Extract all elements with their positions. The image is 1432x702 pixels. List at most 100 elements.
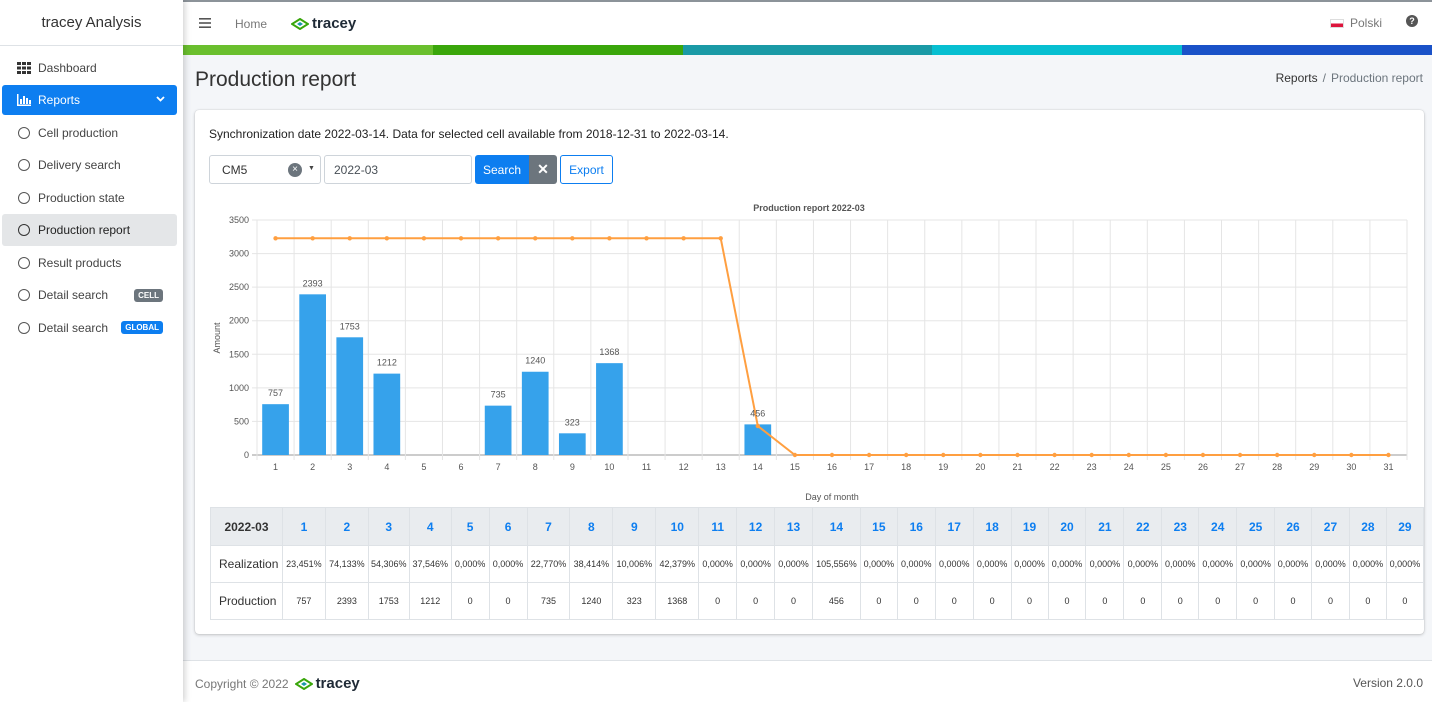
sidebar-item-label: Result products: [38, 255, 122, 270]
line-point: [866, 452, 872, 458]
table-day-header[interactable]: 10: [655, 507, 700, 546]
table-day-header[interactable]: 6: [488, 507, 528, 546]
chart-x-axis-label: Day of month: [805, 492, 859, 502]
table-day-header[interactable]: 1: [281, 507, 326, 546]
help-icon[interactable]: ?: [1406, 15, 1418, 27]
line-point: [755, 423, 761, 429]
copyright-text: Copyright © 2022: [195, 676, 289, 691]
cell-select[interactable]: CM5 × ▼: [209, 155, 321, 184]
table-day-header[interactable]: 26: [1274, 507, 1313, 546]
sidebar-item-dashboard[interactable]: Dashboard: [2, 52, 177, 84]
breadcrumb-reports-link[interactable]: Reports: [1276, 71, 1318, 85]
table-cell: 0,000%: [1010, 545, 1049, 583]
table-day-header[interactable]: 21: [1085, 507, 1125, 546]
table-day-header[interactable]: 16: [896, 507, 936, 546]
hamburger-menu-icon[interactable]: [199, 15, 215, 32]
bar-data-label: 735: [491, 390, 506, 400]
sidebar-item-cell-production[interactable]: Cell production: [2, 117, 177, 149]
table-cell: 0: [1123, 582, 1163, 620]
table-day-header[interactable]: 24: [1198, 507, 1238, 546]
sidebar-item-production-report[interactable]: Production report: [2, 214, 177, 246]
bar-data-label: 456: [750, 408, 765, 418]
search-button[interactable]: Search: [475, 155, 529, 184]
table-cell: 0: [1348, 582, 1387, 620]
table-day-header[interactable]: 8: [569, 507, 614, 546]
filter-bar: CM5 × ▼ 2022-03 Search ✕ Export: [209, 155, 613, 184]
stripe-segment-2: [432, 45, 683, 55]
sidebar-item-production-state[interactable]: Production state: [2, 182, 177, 214]
chart-bar: [558, 433, 586, 455]
line-point: [1312, 452, 1317, 458]
line-point: [384, 236, 390, 241]
month-input[interactable]: 2022-03: [324, 155, 472, 184]
tracey-logo[interactable]: tracey: [291, 15, 356, 32]
table-day-header[interactable]: 22: [1123, 507, 1163, 546]
table-day-header[interactable]: 11: [698, 507, 738, 546]
x-tick-label: 29: [1309, 462, 1319, 472]
home-link[interactable]: Home: [235, 17, 267, 31]
app-title[interactable]: tracey Analysis: [0, 0, 183, 46]
clear-button[interactable]: ✕: [529, 155, 557, 184]
sidebar-item-label: Production state: [38, 190, 125, 205]
table-cell: 0: [1010, 582, 1049, 620]
clear-selection-icon[interactable]: ×: [288, 163, 302, 177]
sidebar-item-detail-search-global[interactable]: Detail search GLOBAL: [2, 312, 177, 344]
table-cell: 0,000%: [934, 545, 974, 583]
table-cell: 0,000%: [1198, 545, 1238, 583]
x-tick-label: 21: [1012, 462, 1022, 472]
caret-down-icon[interactable]: ▼: [308, 165, 315, 172]
language-selector[interactable]: Polski: [1329, 16, 1382, 30]
table-cell: 0,000%: [896, 545, 936, 583]
chart-bar: [373, 373, 401, 455]
table-cell: 0,000%: [1348, 545, 1387, 583]
table-cell: 0,000%: [1311, 545, 1350, 583]
table-day-header[interactable]: 18: [972, 507, 1012, 546]
x-tick-label: 12: [679, 462, 689, 472]
table-day-header[interactable]: 25: [1236, 507, 1276, 546]
chart-title: Production report 2022-03: [753, 203, 865, 213]
chevron-down-icon: [156, 94, 165, 105]
x-tick-label: 2: [310, 462, 315, 472]
table-day-header[interactable]: 2: [324, 507, 369, 546]
circle-icon: [18, 289, 30, 301]
x-tick-label: 15: [790, 462, 800, 472]
x-tick-label: 18: [901, 462, 911, 472]
table-day-header[interactable]: 27: [1311, 507, 1350, 546]
table-day-header[interactable]: 13: [774, 507, 813, 546]
y-tick-label: 1500: [229, 349, 249, 359]
table-day-header[interactable]: 5: [450, 507, 490, 546]
circle-icon: [18, 256, 30, 269]
table-day-header[interactable]: 14: [811, 507, 861, 546]
sidebar-item-detail-search-cell[interactable]: Detail search CELL: [2, 279, 177, 311]
table-day-header[interactable]: 15: [859, 507, 898, 546]
table-day-header[interactable]: 20: [1047, 507, 1087, 546]
x-tick-label: 4: [384, 462, 389, 472]
table-cell: 456: [811, 582, 861, 620]
table-day-header[interactable]: 3: [367, 507, 410, 546]
line-point: [792, 452, 798, 458]
line-point: [1126, 452, 1131, 458]
table-cell: 1212: [408, 582, 452, 620]
table-day-header[interactable]: 29: [1385, 507, 1424, 546]
table-day-header[interactable]: 17: [934, 507, 974, 546]
sidebar-item-reports[interactable]: Reports: [2, 84, 177, 115]
table-cell: 0,000%: [450, 545, 490, 583]
table-day-header[interactable]: 9: [612, 507, 657, 546]
x-tick-label: 25: [1161, 462, 1171, 472]
table-day-header[interactable]: 7: [526, 507, 571, 546]
table-day-header[interactable]: 4: [408, 507, 452, 546]
export-button[interactable]: Export: [560, 155, 613, 184]
sidebar-item-result-products[interactable]: Result products: [2, 247, 177, 279]
sidebar-item-delivery-search[interactable]: Delivery search: [2, 149, 177, 181]
y-tick-label: 500: [234, 416, 249, 426]
chart-bar: [744, 424, 772, 455]
line-point: [941, 452, 946, 458]
bar-data-label: 1240: [525, 356, 545, 366]
footer-tracey-logo: tracey: [294, 675, 360, 692]
table-cell: 0: [1085, 582, 1125, 620]
table-day-header[interactable]: 23: [1161, 507, 1200, 546]
table-day-header[interactable]: 19: [1010, 507, 1049, 546]
table-day-header[interactable]: 28: [1348, 507, 1387, 546]
x-tick-label: 1: [273, 462, 278, 472]
table-day-header[interactable]: 12: [736, 507, 776, 546]
